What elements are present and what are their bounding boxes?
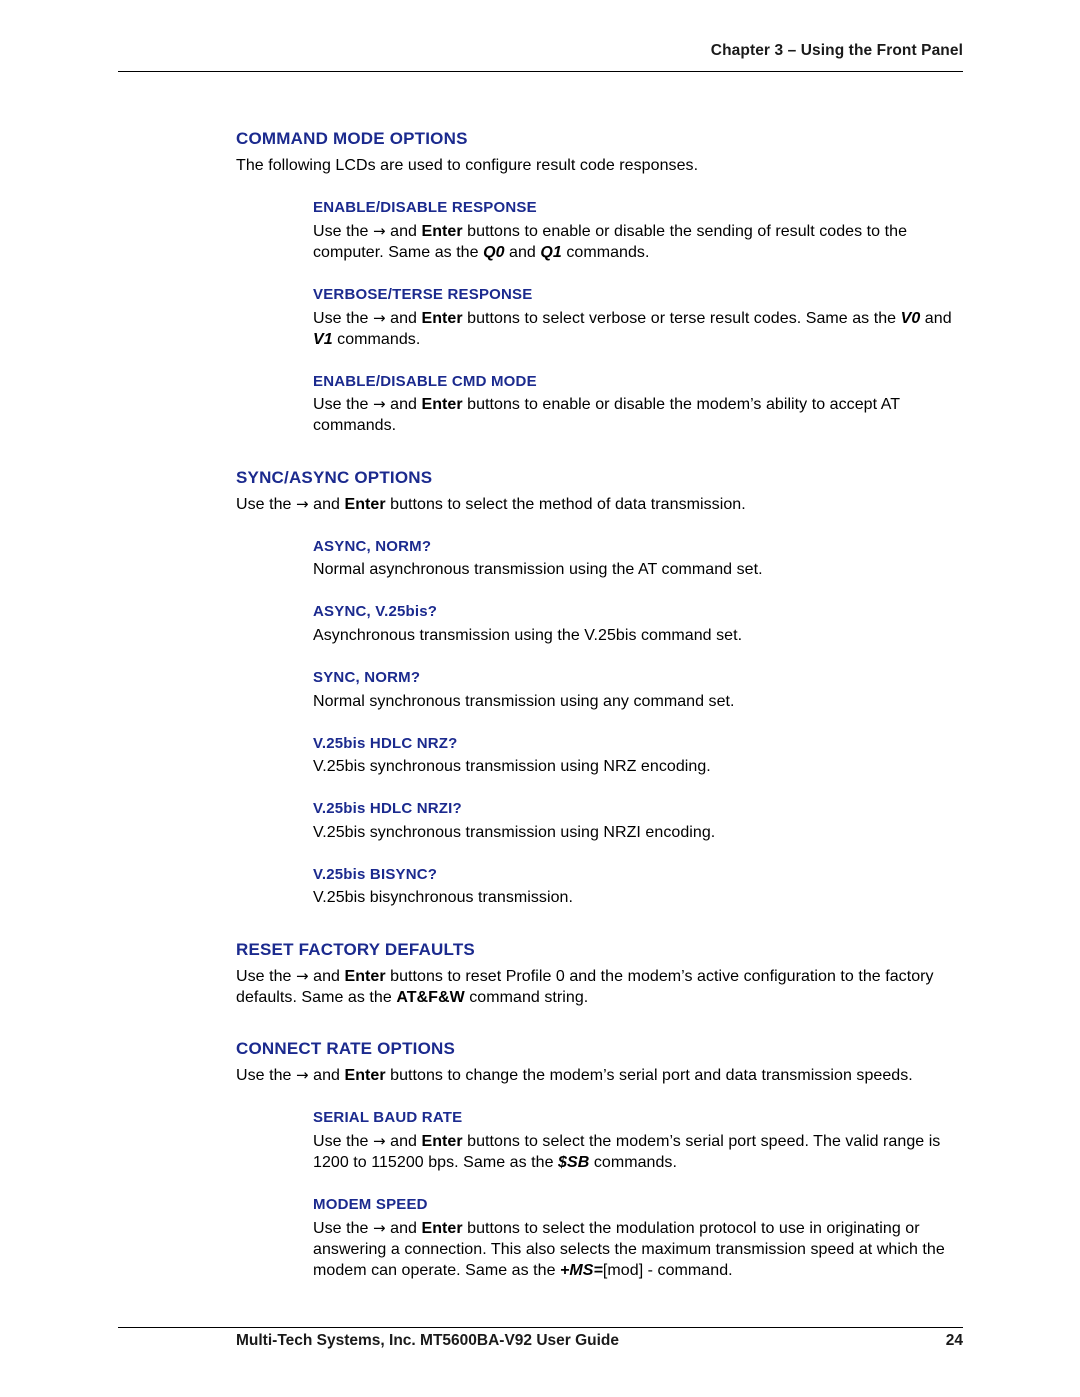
right-arrow-icon: → bbox=[373, 308, 386, 327]
subsection-body: Normal synchronous transmission using an… bbox=[313, 692, 735, 710]
subsection-heading: V.25bis BISYNC? bbox=[313, 865, 438, 883]
subsection-body: Use the → and Enter buttons to select ve… bbox=[313, 308, 952, 348]
subsection-spacer bbox=[236, 263, 963, 285]
subsection-heading: ENABLE/DISABLE CMD MODE bbox=[313, 372, 537, 390]
subsection-heading: SYNC, NORM? bbox=[313, 669, 421, 687]
section-heading: CONNECT RATE OPTIONS bbox=[236, 1039, 456, 1058]
right-arrow-icon: → bbox=[373, 1131, 386, 1150]
right-arrow-icon: → bbox=[373, 1218, 386, 1237]
right-arrow-icon: → bbox=[296, 966, 309, 985]
subsection-spacer bbox=[236, 712, 963, 734]
right-arrow-icon: → bbox=[373, 395, 386, 414]
section-intro: The following LCDs are used to configure… bbox=[236, 157, 699, 175]
page-content: COMMAND MODE OPTIONS The following LCDs a… bbox=[236, 128, 963, 1281]
subsection-heading: ASYNC, NORM? bbox=[313, 537, 432, 555]
page-number: 24 bbox=[945, 1332, 963, 1349]
section-intro: Use the → and Enter buttons to select th… bbox=[236, 494, 746, 513]
subsection-heading: MODEM SPEED bbox=[313, 1196, 428, 1214]
subsection-heading: V.25bis HDLC NRZI? bbox=[313, 800, 462, 818]
subsection-spacer bbox=[236, 843, 963, 865]
right-arrow-icon: → bbox=[296, 1066, 309, 1085]
right-arrow-icon: → bbox=[296, 494, 309, 513]
footer-divider bbox=[118, 1327, 963, 1328]
footer-left-text: Multi-Tech Systems, Inc. MT5600BA-V92 Us… bbox=[236, 1332, 620, 1349]
page-header: Chapter 3 – Using the Front Panel bbox=[710, 42, 963, 59]
subsection-heading: VERBOSE/TERSE RESPONSE bbox=[313, 286, 533, 304]
subsection-spacer bbox=[236, 515, 963, 537]
subsection-spacer bbox=[236, 646, 963, 668]
subsection-spacer bbox=[236, 350, 963, 372]
subsection-body: Use the → and Enter buttons to select th… bbox=[313, 1131, 941, 1171]
subsection-spacer bbox=[236, 1173, 963, 1195]
section-intro: Use the → and Enter buttons to reset Pro… bbox=[236, 966, 934, 1006]
subsection-body: Use the → and Enter buttons to select th… bbox=[313, 1218, 945, 1279]
subsection-spacer bbox=[236, 777, 963, 799]
section-heading: COMMAND MODE OPTIONS bbox=[236, 129, 468, 148]
subsection-heading: SERIAL BAUD RATE bbox=[313, 1109, 463, 1127]
subsection-spacer bbox=[236, 580, 963, 602]
section-heading: SYNC/ASYNC OPTIONS bbox=[236, 467, 433, 487]
subsection-body: Normal asynchronous transmission using t… bbox=[313, 561, 763, 579]
subsection-body: Asynchronous transmission using the V.25… bbox=[313, 626, 743, 644]
subsection-spacer bbox=[236, 176, 963, 198]
right-arrow-icon: → bbox=[373, 221, 386, 240]
subsection-heading: V.25bis HDLC NRZ? bbox=[313, 734, 458, 752]
subsection-body: V.25bis synchronous transmission using N… bbox=[313, 823, 716, 841]
subsection-heading: ASYNC, V.25bis? bbox=[313, 603, 438, 621]
subsection-heading: ENABLE/DISABLE RESPONSE bbox=[313, 199, 537, 217]
subsection-body: Use the → and Enter buttons to enable or… bbox=[313, 395, 900, 435]
subsection-spacer bbox=[236, 1086, 963, 1108]
header-divider bbox=[118, 71, 963, 72]
section-heading: RESET FACTORY DEFAULTS bbox=[236, 939, 475, 959]
subsection-body: V.25bis synchronous transmission using N… bbox=[313, 758, 711, 776]
section-intro: Use the → and Enter buttons to change th… bbox=[236, 1066, 913, 1085]
subsection-body: Use the → and Enter buttons to enable or… bbox=[313, 221, 908, 261]
document-page: Chapter 3 – Using the Front Panel COMMAN… bbox=[0, 0, 1080, 1397]
subsection-body: V.25bis bisynchronous transmission. bbox=[313, 889, 573, 907]
